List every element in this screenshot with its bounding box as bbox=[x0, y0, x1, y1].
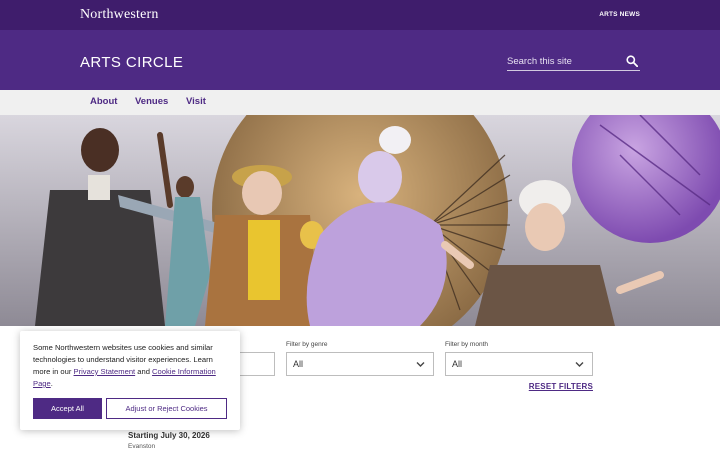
nav-item-venues[interactable]: Venues bbox=[135, 96, 168, 107]
genre-filter-select[interactable]: All bbox=[286, 352, 434, 376]
search-box bbox=[507, 50, 640, 71]
chevron-down-icon bbox=[575, 362, 584, 367]
cookie-banner: Some Northwestern websites use cookies a… bbox=[20, 331, 240, 430]
genre-filter-label: Filter by genre bbox=[286, 341, 328, 348]
adjust-cookies-button[interactable]: Adjust or Reject Cookies bbox=[106, 398, 227, 419]
arts-news-link[interactable]: ARTS NEWS bbox=[599, 11, 640, 18]
month-filter-select[interactable]: All bbox=[445, 352, 593, 376]
top-bar: Northwestern ARTS NEWS bbox=[0, 0, 720, 30]
event-location: Evanston bbox=[128, 443, 156, 450]
search-input[interactable] bbox=[507, 53, 617, 69]
month-filter-label: Filter by month bbox=[445, 341, 488, 348]
northwestern-logo[interactable]: Northwestern bbox=[80, 7, 159, 23]
site-title[interactable]: ARTS CIRCLE bbox=[80, 54, 183, 71]
privacy-statement-link[interactable]: Privacy Statement bbox=[74, 367, 136, 376]
keyword-filter-input[interactable] bbox=[240, 352, 275, 376]
accept-all-button[interactable]: Accept All bbox=[33, 398, 102, 419]
chevron-down-icon bbox=[416, 362, 425, 367]
main-nav: About Venues Visit bbox=[0, 90, 720, 115]
cookie-message: Some Northwestern websites use cookies a… bbox=[33, 342, 229, 390]
cookie-text-part: and bbox=[135, 367, 153, 376]
hero-image bbox=[0, 115, 720, 326]
search-icon[interactable] bbox=[626, 55, 638, 67]
cookie-text-part: . bbox=[50, 379, 53, 388]
genre-filter-value: All bbox=[293, 359, 304, 369]
reset-filters-button[interactable]: RESET FILTERS bbox=[529, 382, 593, 391]
nav-item-about[interactable]: About bbox=[90, 96, 117, 107]
month-filter-value: All bbox=[452, 359, 463, 369]
site-header: ARTS CIRCLE bbox=[0, 30, 720, 90]
hero-performers-image bbox=[0, 115, 720, 326]
nav-item-visit[interactable]: Visit bbox=[186, 96, 206, 107]
event-date: Starting July 30, 2026 bbox=[128, 431, 210, 440]
